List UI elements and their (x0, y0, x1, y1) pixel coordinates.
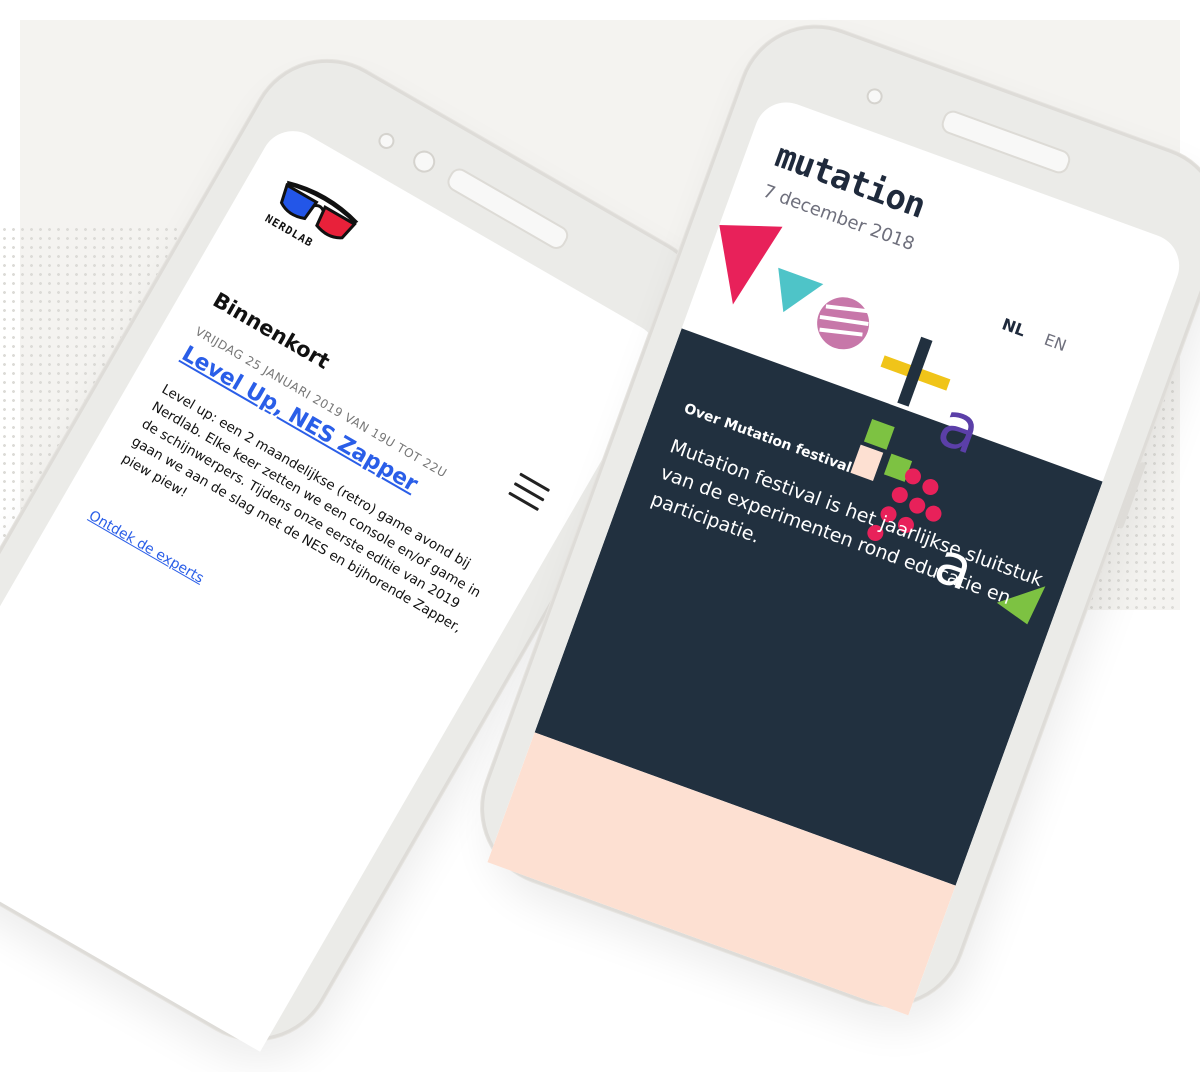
peach-block-shape (850, 444, 884, 481)
section-title: Binnenkort (208, 287, 334, 374)
violet-letter-shape: a (929, 387, 991, 470)
front-camera (864, 86, 885, 107)
discover-experts-link[interactable]: Ontdek de experts (86, 508, 207, 587)
green-square-shape (863, 418, 895, 450)
3d-glasses-icon[interactable] (267, 170, 367, 253)
front-sensor (409, 146, 440, 177)
front-camera (375, 130, 398, 152)
hamburger-menu-icon[interactable] (504, 472, 551, 518)
teal-triangle-shape (778, 267, 824, 313)
red-triangle-shape (719, 224, 783, 305)
